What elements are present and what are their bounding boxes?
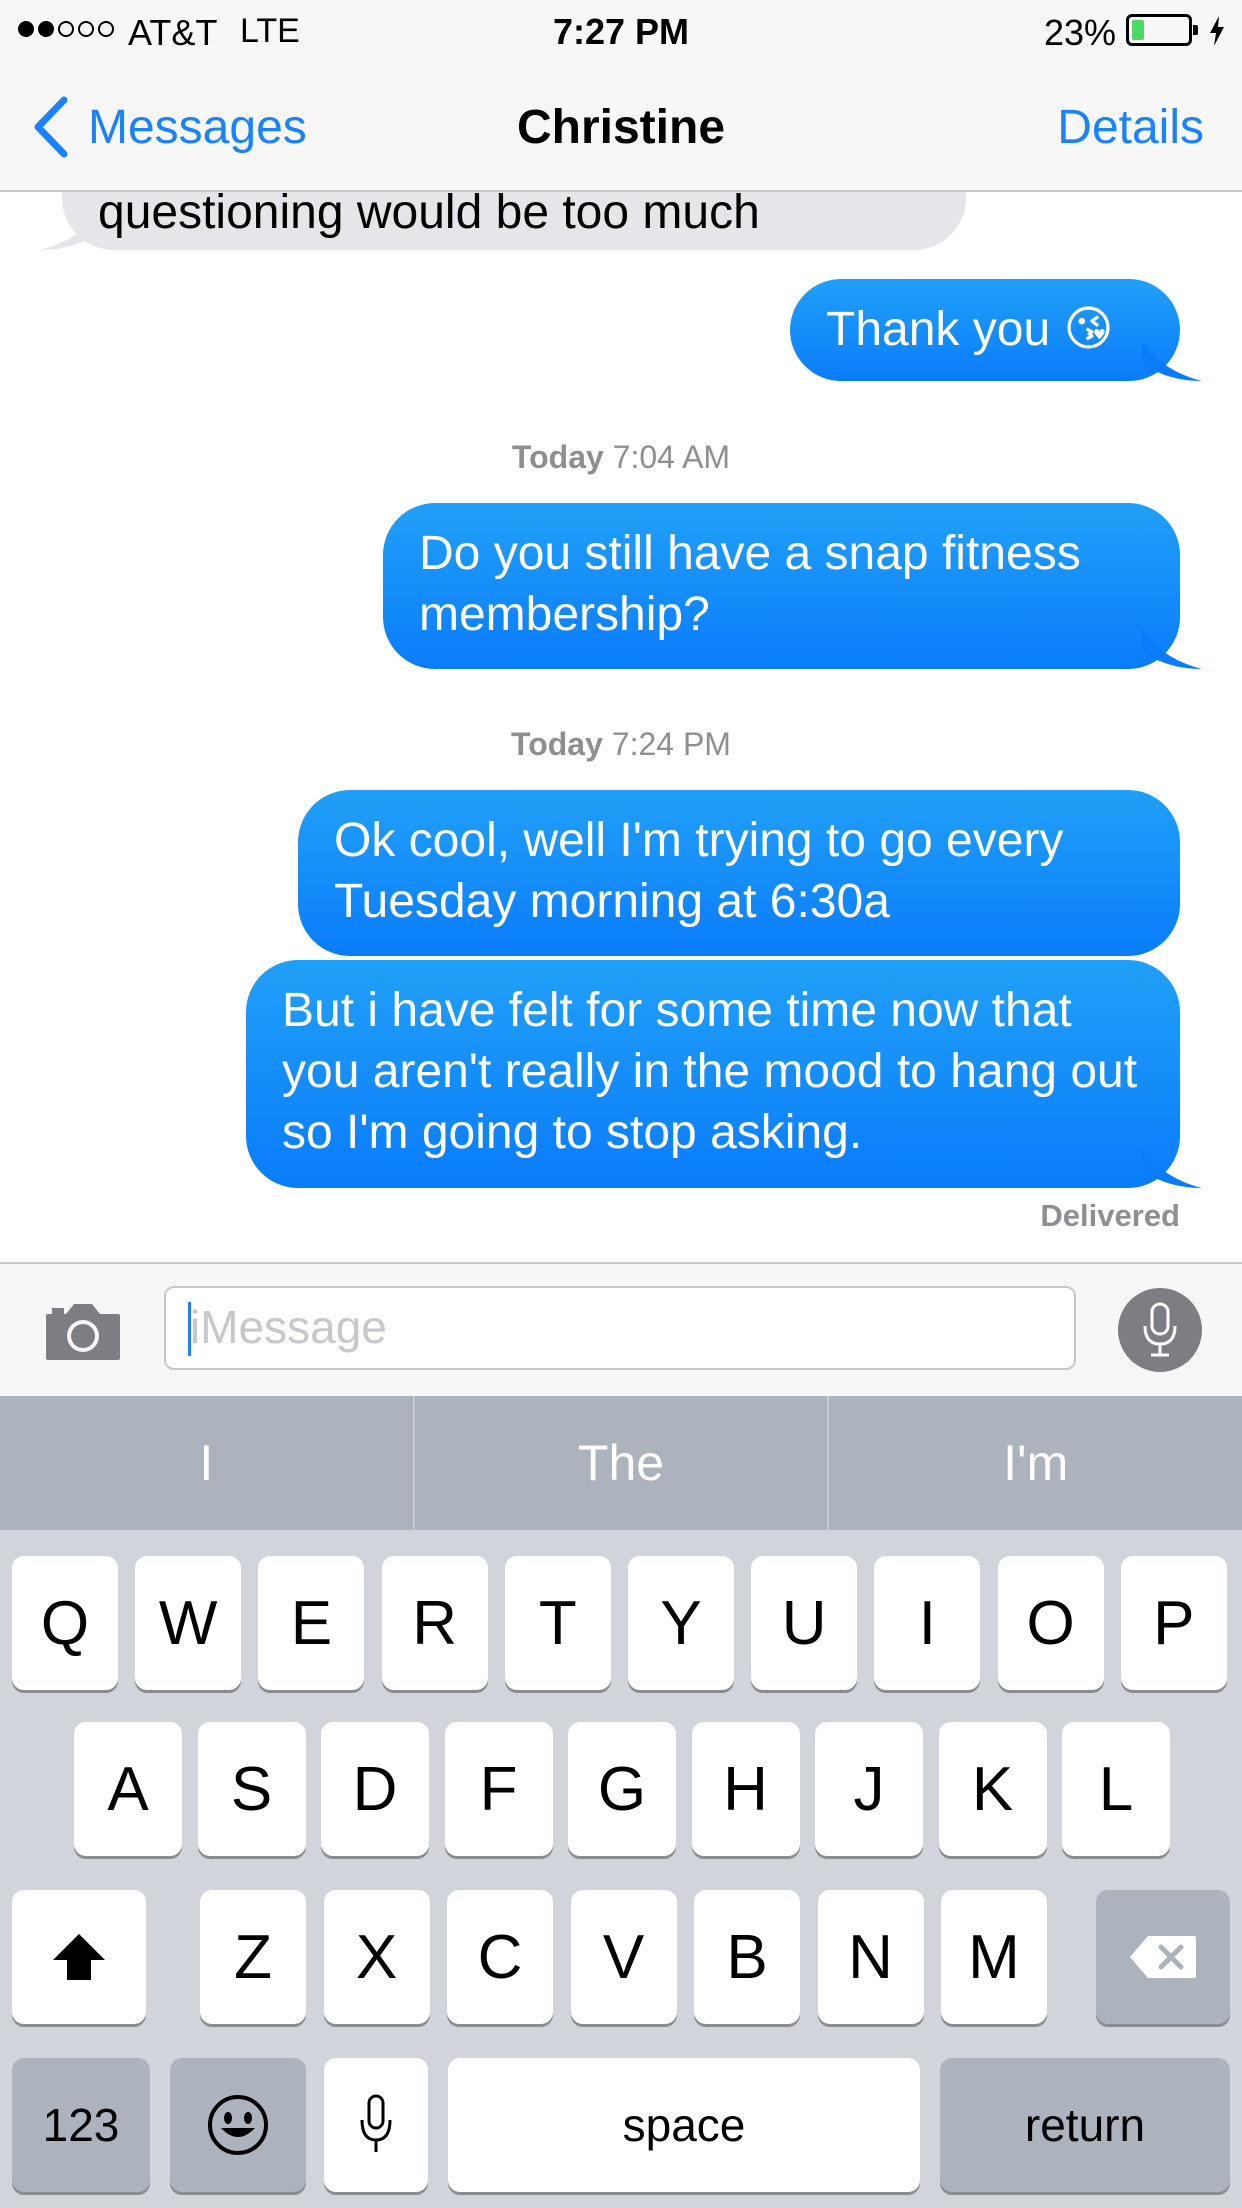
timestamp-day: Today [511,726,603,762]
key-g[interactable]: G [568,1722,676,1856]
input-placeholder: iMessage [190,1301,387,1353]
key-y[interactable]: Y [628,1556,734,1690]
key-d[interactable]: D [321,1722,429,1856]
key-h[interactable]: H [691,1722,800,1856]
message-bubble-outgoing[interactable]: Ok cool, well I'm trying to go every Tue… [298,790,1180,956]
camera-icon[interactable] [44,1300,122,1362]
emoji-key[interactable] [170,2058,306,2192]
microphone-icon [1143,1302,1177,1357]
key-r[interactable]: R [381,1556,488,1690]
key-c[interactable]: C [447,1890,553,2024]
lightning-bolt-icon [1210,16,1224,46]
message-text: Do you still have a snap fitness members… [419,527,1081,641]
return-key[interactable]: return [940,2058,1230,2192]
key-n[interactable]: N [817,1890,924,2024]
key-q[interactable]: Q [12,1556,118,1690]
key-b[interactable]: B [694,1890,800,2024]
suggestion-1[interactable]: I [0,1396,413,1530]
message-bubble-outgoing[interactable]: Do you still have a snap fitness members… [383,503,1202,669]
key-k[interactable]: K [938,1722,1047,1856]
message-text: questioning would be too much [98,192,760,239]
message-input-bar: iMessage [0,1262,1242,1396]
battery-icon [1126,14,1198,46]
key-z[interactable]: Z [200,1890,306,2024]
timestamp-time: 7:04 AM [612,439,731,475]
message-bubble-outgoing[interactable]: Thank you 😘 [790,279,1202,381]
battery-percentage: 23% [1043,12,1116,53]
timestamp: Today 7:04 AM [0,439,1242,476]
details-button[interactable]: Details [1057,100,1204,155]
suggestion-2[interactable]: The [412,1396,828,1530]
message-text: But i have felt for some time now that y… [282,984,1138,1159]
key-l[interactable]: L [1062,1722,1170,1856]
imessage-input[interactable]: iMessage [164,1286,1076,1370]
key-v[interactable]: V [570,1890,677,2024]
key-e[interactable]: E [258,1556,365,1690]
navigation-bar: Messages Christine Details [0,62,1242,192]
delivery-status: Delivered [1040,1198,1180,1233]
timestamp-day: Today [511,439,604,475]
key-w[interactable]: W [135,1556,242,1690]
delete-key[interactable] [1096,1890,1230,2024]
numbers-key[interactable]: 123 [12,2058,150,2192]
message-text: Ok cool, well I'm trying to go every Tue… [334,814,1064,928]
key-m[interactable]: M [941,1890,1047,2024]
key-a[interactable]: A [74,1722,182,1856]
key-j[interactable]: J [815,1722,923,1856]
bubble-tail [40,210,100,250]
message-text: Thank you 😘 [826,303,1114,356]
smiley-face-icon [208,2095,268,2155]
key-o[interactable]: O [997,1556,1104,1690]
bubble-tail [1142,341,1202,381]
key-u[interactable]: U [751,1556,858,1690]
conversation[interactable]: questioning would be too much Thank you … [0,192,1242,1262]
message-bubble-incoming[interactable]: questioning would be too much [40,192,966,250]
text-caret [188,1302,191,1356]
key-x[interactable]: X [323,1890,430,2024]
dictation-key[interactable] [324,2058,428,2192]
shift-key[interactable] [12,1890,146,2024]
key-s[interactable]: S [197,1722,306,1856]
quicktype-suggestions: I The I'm [0,1396,1242,1530]
bubble-tail [1142,1148,1202,1188]
suggestion-3[interactable]: I'm [827,1396,1242,1530]
message-bubble-outgoing[interactable]: But i have felt for some time now that y… [246,960,1202,1188]
battery-level [1132,20,1144,40]
shift-arrow-icon [53,1934,105,1980]
key-i[interactable]: I [874,1556,981,1690]
bubble-tail [1142,629,1202,669]
key-f[interactable]: F [444,1722,553,1856]
space-key[interactable]: space [448,2058,920,2192]
battery-tip [1193,25,1198,35]
key-t[interactable]: T [504,1556,611,1690]
status-bar: AT&T LTE 7:27 PM 23% [0,0,1242,62]
backspace-icon [1130,1936,1196,1978]
timestamp-time: 7:24 PM [611,726,731,762]
keyboard: I The I'm QWERTYUIOPASDFGHJKLZXCVBNM 123… [0,1396,1242,2208]
contact-name[interactable]: Christine [0,100,1242,155]
microphone-button[interactable] [1118,1288,1202,1372]
timestamp: Today 7:24 PM [0,726,1242,763]
key-p[interactable]: P [1120,1556,1227,1690]
microphone-icon [360,2094,392,2152]
